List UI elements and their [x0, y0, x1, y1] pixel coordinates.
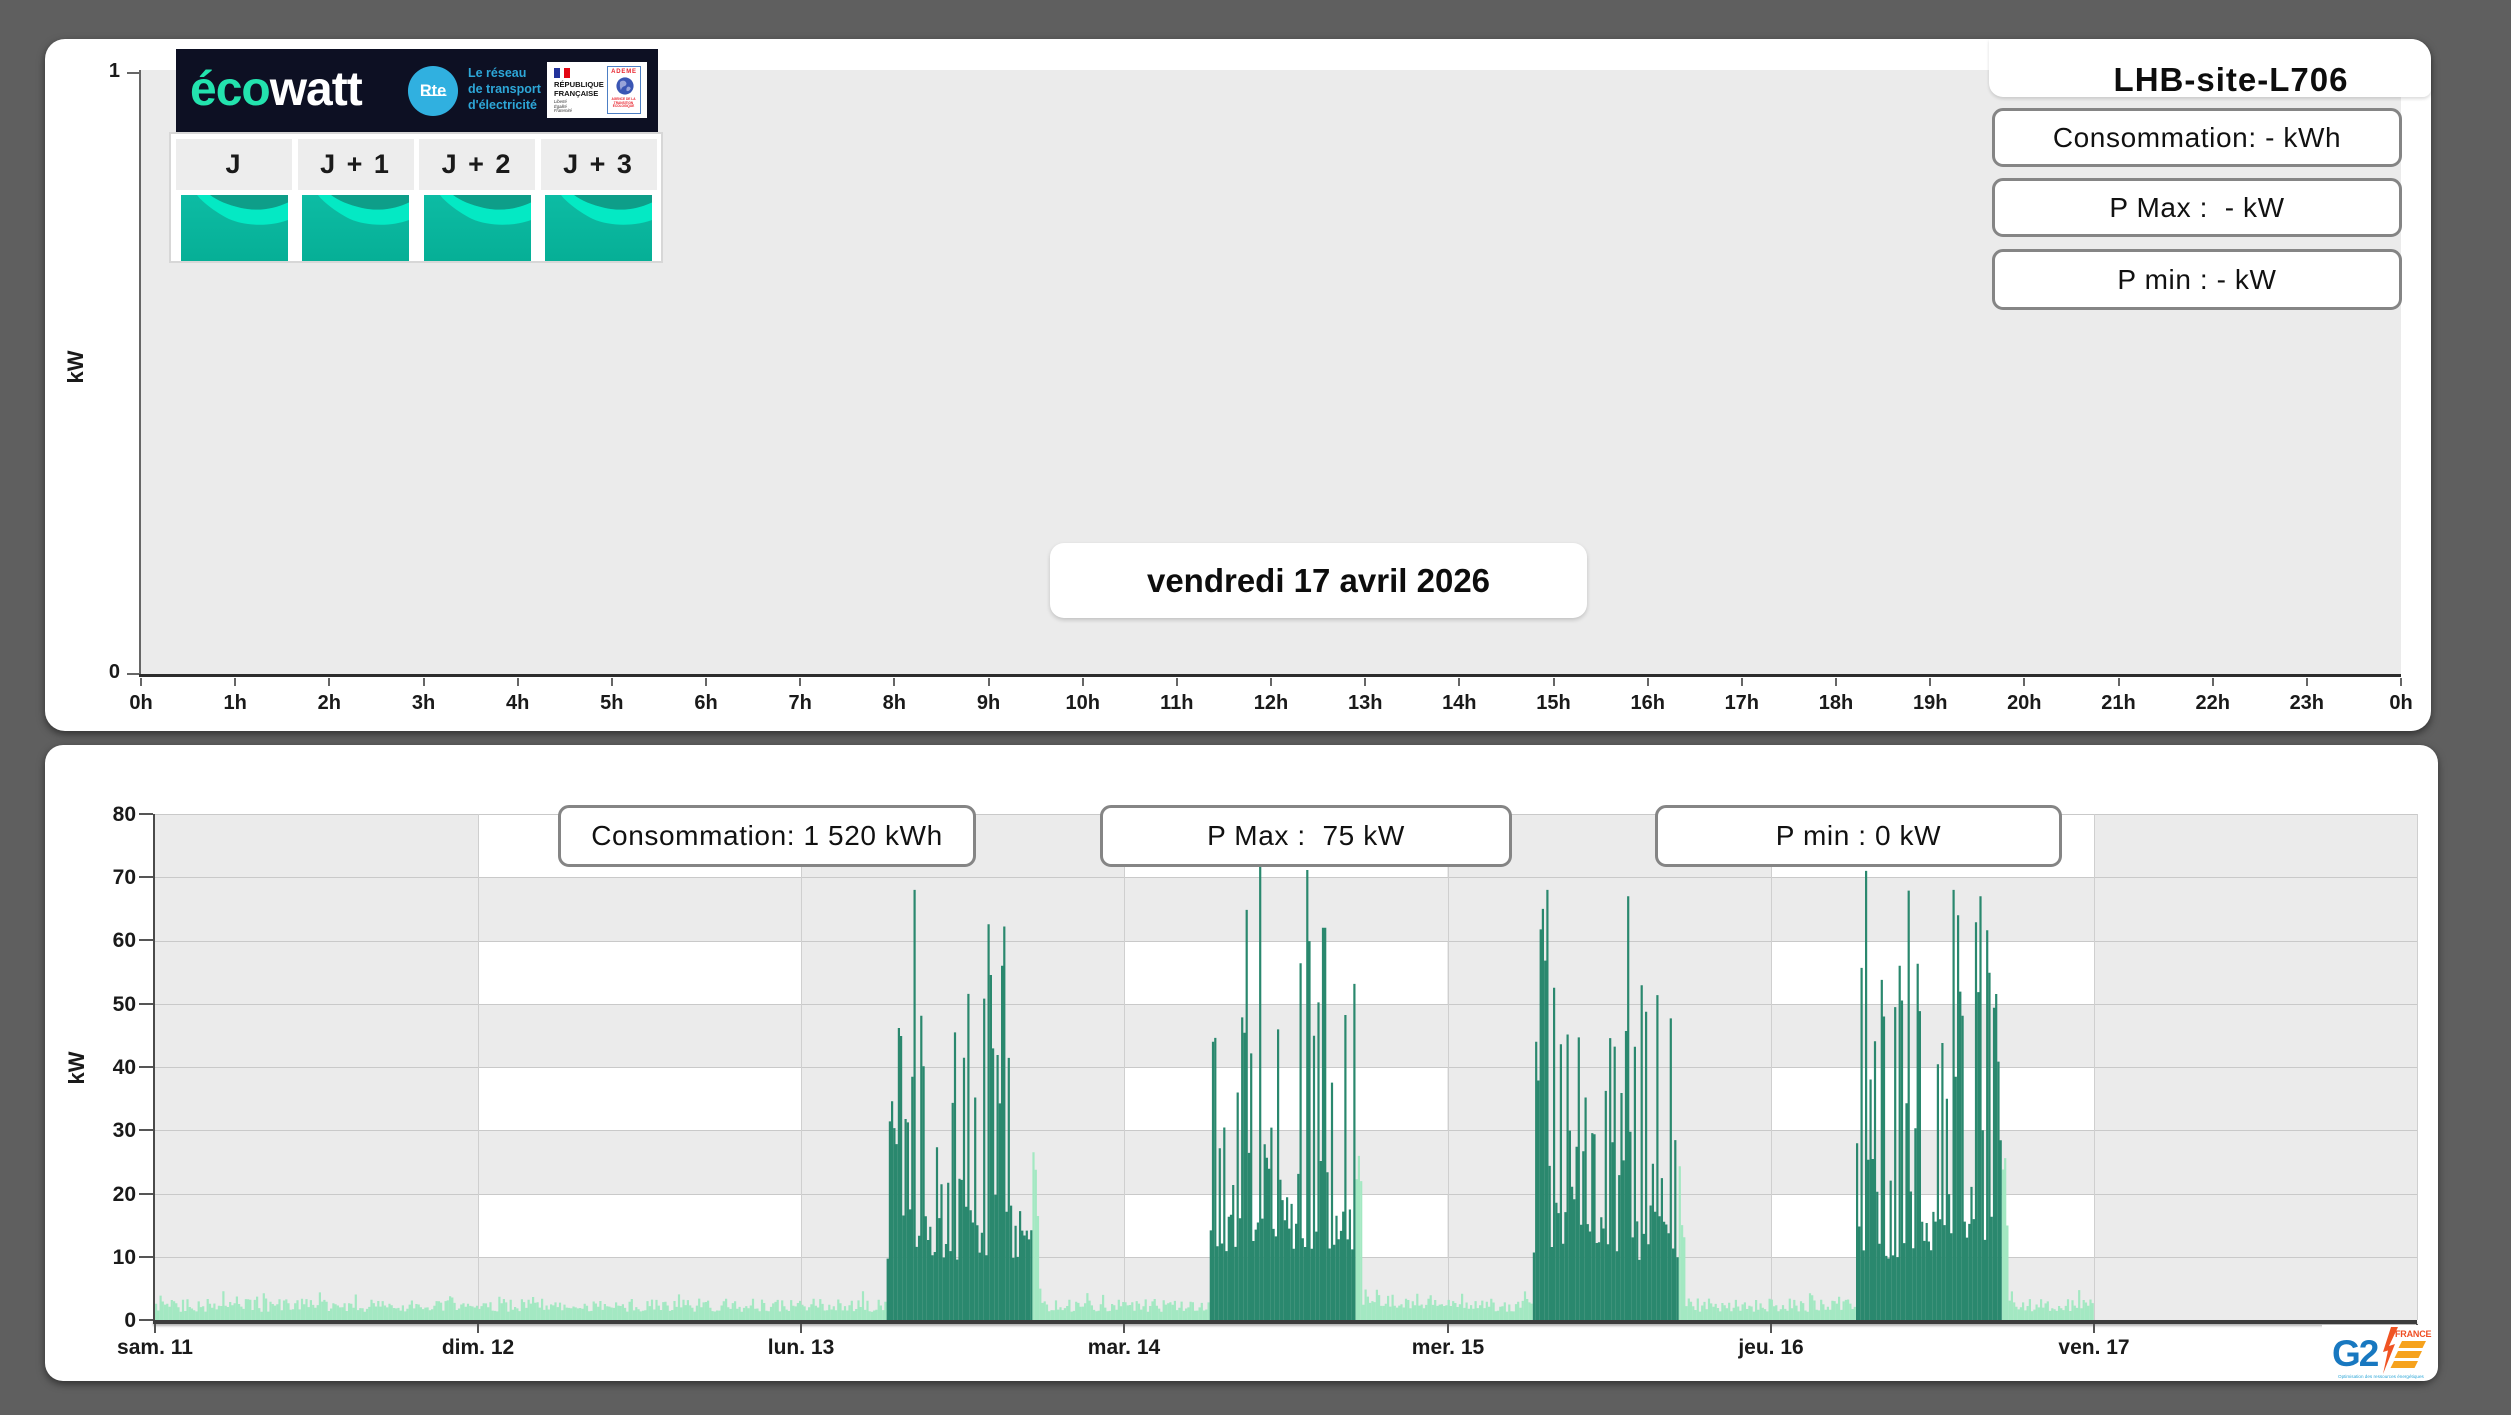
svg-text:Rte: Rte: [420, 82, 446, 100]
svg-text:G2: G2: [2332, 1333, 2379, 1374]
svg-text:FRANCE: FRANCE: [2395, 1329, 2431, 1339]
svg-text:Optimisation des ressources én: Optimisation des ressources énergétiques: [2338, 1374, 2424, 1379]
